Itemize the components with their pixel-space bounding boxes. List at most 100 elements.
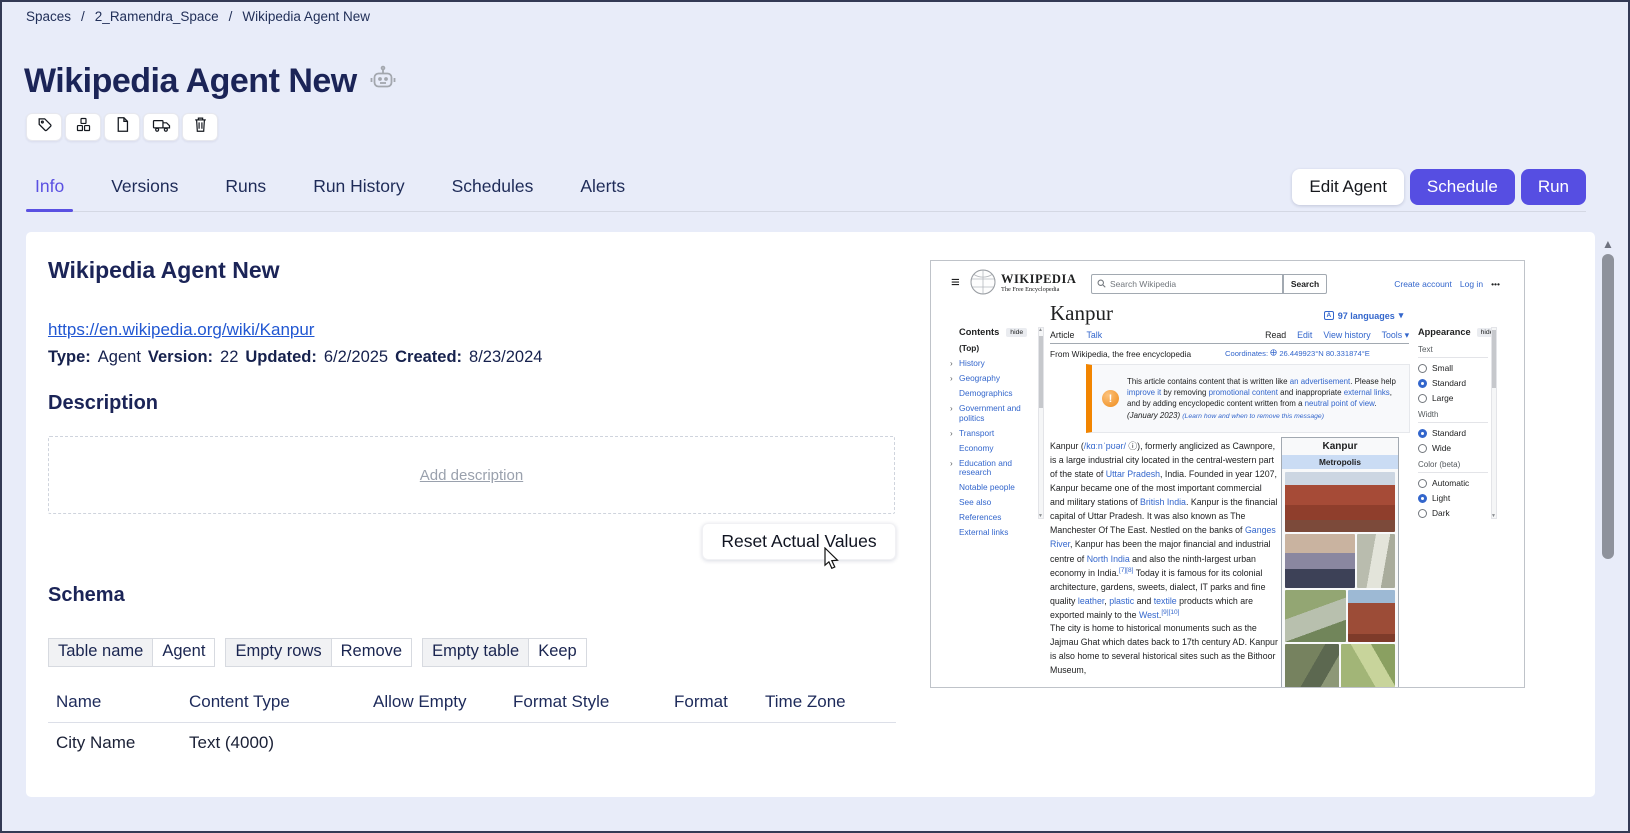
radio-icon: [1418, 444, 1427, 453]
cubes-button[interactable]: [65, 113, 101, 141]
schema-table-header: NameContent TypeAllow EmptyFormat StyleF…: [48, 684, 896, 723]
radio-icon: [1418, 394, 1427, 403]
toc-item-references: References: [959, 513, 1035, 523]
toc-item-economy: Economy: [959, 444, 1035, 454]
appearance-section-width: Width: [1418, 410, 1488, 423]
wiki-search-input: Search Wikipedia: [1091, 274, 1283, 294]
description-heading: Description: [48, 392, 158, 415]
search-icon: [1097, 279, 1106, 290]
appearance-option-color-beta-automatic: Automatic: [1418, 478, 1488, 488]
truck-button[interactable]: [143, 113, 179, 141]
wikipedia-preview[interactable]: ≡ WIKIPEDIA The Free Encyclopedia Search…: [930, 260, 1525, 688]
toc-label: Geography: [959, 373, 1000, 383]
toc-label: Transport: [959, 428, 994, 438]
tab-schedules[interactable]: Schedules: [452, 176, 534, 211]
run-button[interactable]: Run: [1521, 169, 1586, 205]
schedule-button[interactable]: Schedule: [1410, 169, 1515, 205]
tab-info[interactable]: Info: [35, 176, 64, 211]
cubes-icon: [75, 116, 92, 138]
appearance-option-color-beta-dark: Dark: [1418, 508, 1488, 518]
wiki-infobox: Kanpur Metropolis: [1281, 437, 1399, 688]
meta-label: Created:: [395, 348, 462, 367]
schema-setting-value: Agent: [153, 638, 215, 667]
toc-item-top: (Top): [959, 344, 1035, 354]
tab-versions[interactable]: Versions: [111, 176, 178, 211]
toc-item-geography: ›Geography: [959, 374, 1035, 384]
appearance-option-color-beta-light: Light: [1418, 493, 1488, 503]
tag-button[interactable]: [26, 113, 62, 141]
app-window: Spaces/2_Ramendra_Space/Wikipedia Agent …: [0, 0, 1630, 833]
tab-run-history[interactable]: Run History: [313, 176, 404, 211]
more-menu-icon: •••: [1491, 279, 1500, 289]
option-label: Large: [1432, 393, 1453, 403]
column-header-time-zone: Time Zone: [765, 692, 896, 712]
tab-runs[interactable]: Runs: [225, 176, 266, 211]
edit-agent-button[interactable]: Edit Agent: [1292, 169, 1404, 205]
column-header-allow-empty: Allow Empty: [373, 692, 513, 712]
trash-button[interactable]: [182, 113, 218, 141]
option-label: Standard: [1432, 428, 1466, 438]
wiki-appearance-panel: Appearance hide TextSmallStandardLargeWi…: [1418, 327, 1488, 523]
page-scrollbar[interactable]: ▲: [1601, 238, 1615, 798]
scroll-up-arrow[interactable]: ▲: [1601, 238, 1615, 250]
wiki-search-button: Search: [1283, 274, 1327, 294]
toc-item-education-and-research: ›Education and research: [959, 459, 1035, 478]
info-card: Wikipedia Agent New https://en.wikipedia…: [26, 232, 1595, 797]
languages-icon: A: [1324, 311, 1334, 320]
breadcrumb-item-spaces[interactable]: Spaces: [26, 9, 71, 24]
breadcrumb-item-wikipedia-agent-new: Wikipedia Agent New: [242, 9, 370, 24]
reset-actual-values-button[interactable]: Reset Actual Values: [702, 523, 896, 560]
wiki-paragraph-1: Kanpur (/kɑːnˈpʊər/ ⓘ), formerly anglici…: [1050, 439, 1278, 622]
scrollbar-thumb[interactable]: [1602, 254, 1614, 559]
divider: [1050, 343, 1409, 344]
schema-setting-empty-table: Empty tableKeep: [422, 638, 587, 667]
wiki-account-links: Create accountLog in•••: [1394, 279, 1500, 289]
toc-item-see-also: See also: [959, 498, 1035, 508]
meta-value: 6/2/2025: [324, 348, 388, 367]
meta-value: Agent: [98, 348, 141, 367]
appearance-section-color-beta: Color (beta): [1418, 460, 1488, 473]
warning-icon: !: [1102, 390, 1119, 407]
appearance-heading: Appearance: [1418, 327, 1471, 337]
description-box: Add description: [48, 436, 895, 514]
toc-label: (Top): [959, 343, 979, 353]
wikipedia-wordmark: WIKIPEDIA: [1001, 272, 1076, 287]
cell-empty: [765, 733, 896, 753]
park-photo: [1341, 644, 1395, 688]
toc-label: See also: [959, 497, 991, 507]
schema-setting-key: Table name: [48, 638, 153, 667]
schema-setting-value: Keep: [529, 638, 587, 667]
tab-alerts[interactable]: Alerts: [580, 176, 625, 211]
meta-label: Type:: [48, 348, 91, 367]
source-url-link[interactable]: https://en.wikipedia.org/wiki/Kanpur: [48, 320, 314, 340]
meta-label: Updated:: [245, 348, 317, 367]
infobox-photo-collage: [1282, 469, 1398, 688]
document-button[interactable]: [104, 113, 140, 141]
add-description-link[interactable]: Add description: [420, 467, 523, 484]
infobox-title: Kanpur: [1282, 438, 1398, 455]
wikipedia-logo: [970, 269, 996, 297]
cell-content-type: Text (4000): [189, 733, 373, 753]
wiki-coordinates: Coordinates: 26.449923°N 80.331874°E: [1225, 349, 1370, 358]
wiki-contents-panel: Contents hide (Top)›History›GeographyDem…: [959, 327, 1035, 543]
meta-value: 22: [220, 348, 238, 367]
appearance-option-text-standard: Standard: [1418, 378, 1488, 388]
trash-icon: [193, 116, 208, 138]
appearance-option-text-small: Small: [1418, 363, 1488, 373]
option-label: Automatic: [1432, 478, 1469, 488]
tag-icon: [36, 116, 53, 138]
breadcrumb: Spaces/2_Ramendra_Space/Wikipedia Agent …: [26, 9, 370, 24]
wiki-tab-tools: Tools ▾: [1382, 330, 1409, 344]
column-header-format: Format: [674, 692, 765, 712]
option-label: Small: [1432, 363, 1453, 373]
option-label: Dark: [1432, 508, 1450, 518]
meta-label: Version:: [148, 348, 213, 367]
contents-hide-button: hide: [1006, 328, 1027, 337]
document-icon: [115, 116, 130, 138]
breadcrumb-item-2-ramendra-space[interactable]: 2_Ramendra_Space: [95, 9, 219, 24]
truck-icon: [152, 117, 171, 138]
page-title: Wikipedia Agent New: [24, 62, 357, 101]
option-label: Standard: [1432, 378, 1466, 388]
contents-scrollbar: ▲▼: [1038, 327, 1044, 519]
kanpur-central-photo: [1285, 472, 1395, 532]
